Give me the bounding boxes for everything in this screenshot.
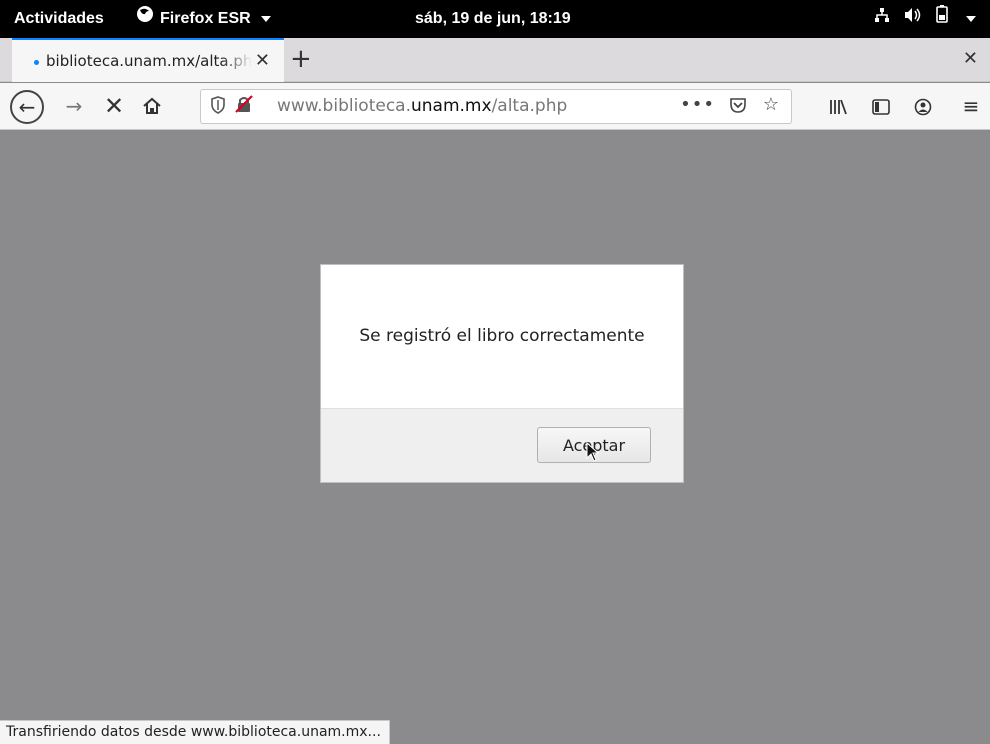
chevron-down-icon [260,16,271,22]
close-window-icon[interactable]: ✕ [963,48,978,69]
hamburger-menu-icon[interactable]: ≡ [958,83,984,130]
alert-footer: Aceptar [321,408,683,482]
tab-title: biblioteca.unam.mx/alta.php [46,52,252,70]
url-bar[interactable]: www.biblioteca.unam.mx/alta.php ••• ☆ [200,89,792,124]
insecure-lock-icon[interactable] [235,95,253,117]
account-icon[interactable] [910,83,936,130]
back-button[interactable]: ← [10,90,44,124]
chevron-down-icon [966,16,976,22]
new-tab-button[interactable]: + [290,44,312,74]
home-button[interactable] [138,83,166,130]
app-name: Firefox ESR [160,10,251,27]
loading-dot-icon [34,60,39,65]
tracking-shield-icon[interactable] [211,96,225,118]
activities-button[interactable]: Actividades [14,0,104,38]
forward-button[interactable]: → [60,83,88,130]
url-path: /alta.php [491,96,568,116]
alert-message: Se registró el libro correctamente [359,326,645,346]
url-prefix: www.biblioteca. [277,96,411,116]
tab-strip: biblioteca.unam.mx/alta.php ✕ + ✕ [0,38,990,82]
volume-icon [904,0,922,38]
page-actions-icon[interactable]: ••• [680,94,715,115]
url-domain: unam.mx [411,96,492,116]
url-text[interactable]: www.biblioteca.unam.mx/alta.php [277,90,567,123]
close-tab-icon[interactable]: ✕ [255,50,270,71]
bookmark-star-icon[interactable]: ☆ [763,94,779,115]
pocket-icon[interactable] [729,96,747,118]
alert-dialog: Se registró el libro correctamente Acept… [320,264,684,483]
navigation-toolbar: ← → ✕ www.biblioteca.unam.mx/alta.php ••… [0,83,990,130]
tab-active[interactable]: biblioteca.unam.mx/alta.php ✕ [12,38,284,82]
status-panel: Transfiriendo datos desde www.biblioteca… [0,720,390,744]
network-icon [874,0,890,38]
firefox-icon [136,0,154,38]
gnome-top-bar: Actividades Firefox ESR sáb, 19 de jun, … [0,0,990,38]
page-content: Se registró el libro correctamente Acept… [0,131,990,744]
stop-loading-button[interactable]: ✕ [100,83,128,130]
system-menu[interactable] [874,0,976,38]
clock[interactable]: sáb, 19 de jun, 18:19 [415,0,571,38]
battery-icon [936,0,948,38]
app-menu[interactable]: Firefox ESR [136,0,271,38]
library-icon[interactable] [826,83,852,130]
sidebar-icon[interactable] [868,83,894,130]
